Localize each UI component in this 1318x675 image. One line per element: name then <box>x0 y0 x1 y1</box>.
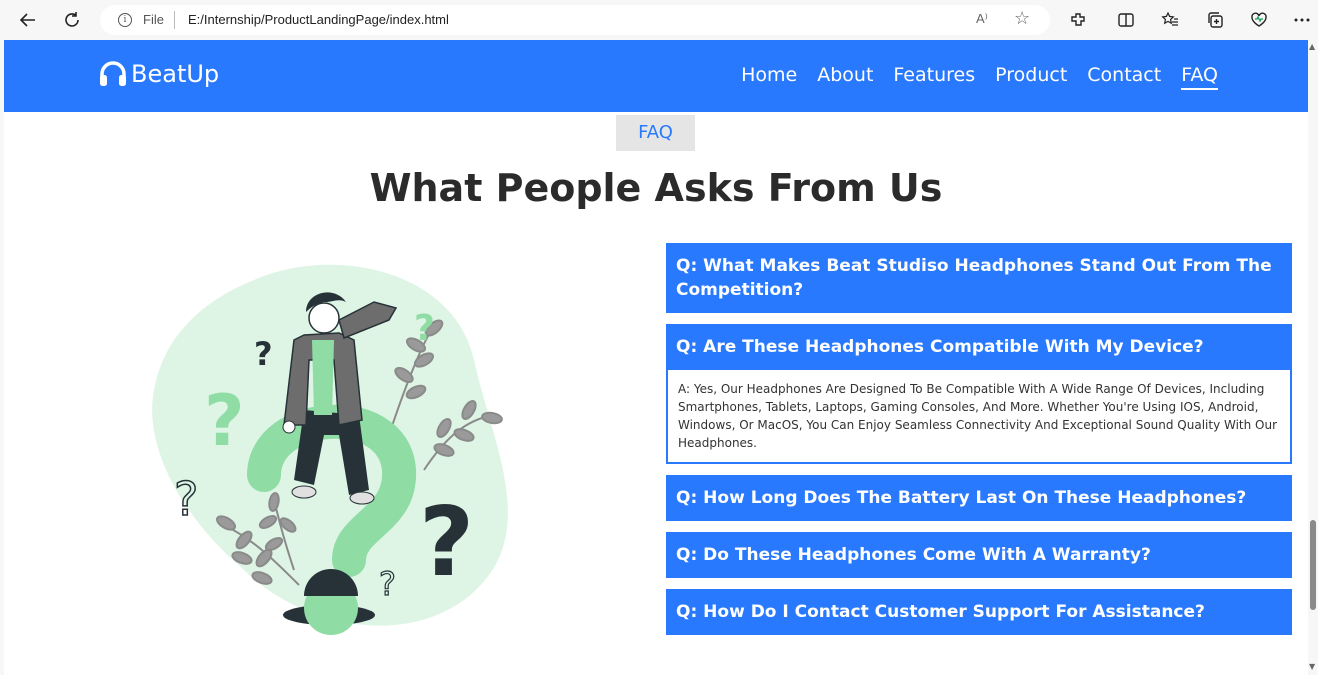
faq-question[interactable]: Q: Do These Headphones Come With A Warra… <box>666 532 1292 578</box>
read-aloud-icon[interactable]: A⁾ <box>976 11 988 27</box>
svg-text:?: ? <box>204 380 245 462</box>
headphones-icon <box>100 61 126 86</box>
faq-question[interactable]: Q: Are These Headphones Compatible With … <box>666 324 1292 370</box>
section-title: What People Asks From Us <box>369 166 943 210</box>
faq-question[interactable]: Q: What Makes Beat Studiso Headphones St… <box>666 243 1292 313</box>
faq-question[interactable]: Q: How Long Does The Battery Last On The… <box>666 475 1292 521</box>
faq-item[interactable]: Q: What Makes Beat Studiso Headphones St… <box>666 243 1292 313</box>
page-viewport: BeatUp Home About Features Product Conta… <box>4 40 1308 675</box>
extensions-icon[interactable] <box>1066 8 1090 32</box>
back-arrow-icon[interactable] <box>16 8 40 32</box>
favorite-star-icon[interactable]: ☆ <box>1014 8 1030 29</box>
refresh-icon[interactable] <box>60 8 84 32</box>
url-text[interactable]: E:/Internship/ProductLandingPage/index.h… <box>188 12 449 27</box>
scroll-down-arrow-icon[interactable]: ▼ <box>1309 662 1315 671</box>
scrollbar-thumb[interactable] <box>1310 520 1316 610</box>
faq-item[interactable]: Q: How Long Does The Battery Last On The… <box>666 475 1292 521</box>
svg-text:?: ? <box>174 472 198 526</box>
faq-item[interactable]: Q: How Do I Contact Customer Support For… <box>666 589 1292 635</box>
section-badge: FAQ <box>616 115 695 151</box>
svg-text:?: ? <box>414 308 435 349</box>
nav-link-about[interactable]: About <box>817 64 873 90</box>
brand-name: BeatUp <box>131 60 220 88</box>
browser-essentials-icon[interactable] <box>1247 8 1271 32</box>
nav-link-faq[interactable]: FAQ <box>1181 64 1218 90</box>
svg-text:?: ? <box>379 565 396 603</box>
nav-link-product[interactable]: Product <box>995 64 1067 90</box>
nav-link-contact[interactable]: Contact <box>1087 64 1161 90</box>
svg-text:?: ? <box>254 335 273 373</box>
nav-link-home[interactable]: Home <box>741 64 797 90</box>
address-divider <box>174 11 175 29</box>
collections-icon[interactable] <box>1203 8 1227 32</box>
more-options-icon[interactable] <box>1290 8 1314 32</box>
file-label: File <box>143 12 164 27</box>
brand-logo[interactable]: BeatUp <box>99 60 219 88</box>
address-bar[interactable]: i File E:/Internship/ProductLandingPage/… <box>100 5 1050 35</box>
svg-text:?: ? <box>419 488 474 598</box>
browser-toolbar: i File E:/Internship/ProductLandingPage/… <box>0 0 1318 40</box>
faq-question[interactable]: Q: How Do I Contact Customer Support For… <box>666 589 1292 635</box>
info-icon[interactable]: i <box>118 13 132 27</box>
navbar: BeatUp Home About Features Product Conta… <box>4 40 1308 112</box>
faq-item-expanded[interactable]: Q: Are These Headphones Compatible With … <box>666 324 1292 464</box>
confused-person-illustration: ? ? ? ? ? ? <box>152 264 508 635</box>
page-scrollbar[interactable]: ▲ ▼ <box>1308 40 1318 675</box>
faq-answer: A: Yes, Our Headphones Are Designed To B… <box>666 370 1292 464</box>
favorites-icon[interactable] <box>1158 8 1182 32</box>
faq-item[interactable]: Q: Do These Headphones Come With A Warra… <box>666 532 1292 578</box>
faq-accordion: Q: What Makes Beat Studiso Headphones St… <box>666 243 1292 646</box>
scroll-up-arrow-icon[interactable]: ▲ <box>1309 42 1315 51</box>
nav-links: Home About Features Product Contact FAQ <box>741 64 1218 90</box>
split-screen-icon[interactable] <box>1114 8 1138 32</box>
nav-link-features[interactable]: Features <box>893 64 975 90</box>
